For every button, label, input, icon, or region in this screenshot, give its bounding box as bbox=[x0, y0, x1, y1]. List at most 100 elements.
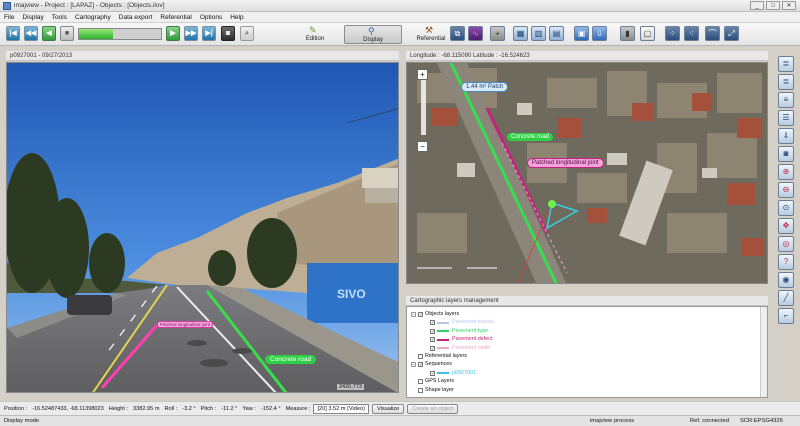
yaw-value: -152.4 ° bbox=[260, 405, 281, 412]
add-icon[interactable]: + bbox=[490, 26, 505, 41]
map-zoom-in-button[interactable]: + bbox=[417, 69, 428, 80]
visualize-button[interactable]: Visualize bbox=[371, 403, 405, 414]
window-icon[interactable]: ▢ bbox=[640, 26, 655, 41]
create-object-button[interactable]: Create an object bbox=[407, 403, 459, 414]
street-photo-view[interactable]: SIVO Patched longitudinal joint Concrete… bbox=[6, 62, 399, 393]
map-patch-area-label[interactable]: 1.44 m² Patch bbox=[461, 82, 509, 92]
layer-edit-icon[interactable]: ≡ bbox=[778, 92, 794, 108]
title-bar: imajview - Project : [LAPAZ] - Objects :… bbox=[0, 0, 800, 12]
measure-angle-icon[interactable]: ⌐ bbox=[778, 308, 794, 324]
layer-checkbox[interactable]: ✓ bbox=[430, 337, 435, 343]
zoom-out-icon[interactable]: ⊖ bbox=[778, 182, 794, 198]
table-view-icon[interactable]: ▤ bbox=[549, 26, 564, 41]
fullscreen-icon[interactable]: ⤢ bbox=[724, 26, 739, 41]
layer-color-swatch bbox=[437, 372, 449, 375]
panel-icon[interactable]: ▮ bbox=[620, 26, 635, 41]
edition-mode-button[interactable]: ✎ Edition bbox=[286, 25, 344, 44]
progress-fill bbox=[79, 29, 114, 39]
search-icon[interactable]: ⌕ bbox=[240, 26, 254, 41]
photo-concrete-road-label[interactable]: Concrete road bbox=[265, 355, 317, 364]
layer-checkbox[interactable] bbox=[418, 354, 423, 359]
minimize-button[interactable]: _ bbox=[750, 1, 764, 10]
identify-icon[interactable]: ◉ bbox=[778, 272, 794, 288]
layer-down-icon[interactable]: ⇓ bbox=[778, 128, 794, 144]
photo-patched-joint-label[interactable]: Patched longitudinal joint bbox=[157, 321, 214, 328]
layer-checkbox[interactable] bbox=[418, 379, 423, 385]
layer-row[interactable]: ✓ Pavement extract bbox=[423, 319, 494, 326]
playback-progress-bar[interactable] bbox=[78, 28, 162, 40]
menu-options[interactable]: Options bbox=[200, 14, 222, 21]
close-button[interactable]: ✕ bbox=[782, 1, 796, 10]
footer-mode: Display mode bbox=[4, 418, 40, 424]
layer-row[interactable]: ✓ p0927001 bbox=[423, 370, 476, 377]
menu-help[interactable]: Help bbox=[230, 14, 243, 21]
layer-row[interactable]: Shape layer bbox=[411, 387, 454, 394]
layer-checkbox[interactable]: ✓ bbox=[430, 328, 435, 334]
layer-row[interactable]: − ✓ Objects layers bbox=[411, 311, 459, 318]
layers-scrollbar[interactable] bbox=[760, 307, 767, 397]
window-title: imajview - Project : [LAPAZ] - Objects :… bbox=[14, 2, 165, 9]
fast-forward-button[interactable]: ▶▶ bbox=[184, 26, 198, 41]
expander-icon[interactable]: − bbox=[411, 362, 416, 368]
fast-rewind-button[interactable]: ◀◀ bbox=[24, 26, 38, 41]
last-frame-button[interactable]: ▶| bbox=[202, 26, 216, 41]
layer-checkbox[interactable]: ✓ bbox=[430, 320, 435, 326]
play-forward-button[interactable]: ▶ bbox=[166, 26, 180, 41]
play-backward-button[interactable]: ◀ bbox=[42, 26, 56, 41]
menu-tools[interactable]: Tools bbox=[52, 14, 67, 21]
layer-checkbox[interactable]: ✓ bbox=[418, 312, 423, 317]
main-toolbar: |◀ ◀◀ ◀ ■ ▶ ▶▶ ▶| ◙ ⌕ ✎ Edition ⚲ Displa… bbox=[0, 23, 800, 46]
segments-icon[interactable]: ⁖ bbox=[684, 26, 699, 41]
layer-row[interactable]: − ✓ Sequences bbox=[411, 361, 452, 368]
measure-select[interactable]: [20] 3.52 m (Video) bbox=[313, 403, 369, 414]
menu-file[interactable]: File bbox=[4, 14, 14, 21]
layer-remove-icon[interactable]: ≣ bbox=[778, 74, 794, 90]
layer-checkbox[interactable]: ✓ bbox=[430, 345, 435, 351]
menu-referential[interactable]: Referential bbox=[160, 14, 191, 21]
curve-icon[interactable]: ⌒ bbox=[705, 26, 720, 41]
footer-process: imajview process bbox=[590, 418, 635, 424]
profile-icon[interactable]: ∿ bbox=[468, 26, 483, 41]
measure-line-icon[interactable]: ╱ bbox=[778, 290, 794, 306]
layer-stack-icon[interactable]: ☰ bbox=[778, 110, 794, 126]
map-zoom-out-button[interactable]: − bbox=[417, 141, 428, 152]
layer-label: Sequences bbox=[425, 361, 452, 368]
grid-view-icon[interactable]: ▦ bbox=[513, 26, 528, 41]
layer-row[interactable]: GPS Layers bbox=[411, 378, 454, 385]
layer-checkbox[interactable] bbox=[418, 387, 423, 393]
points-icon[interactable]: ⁘ bbox=[665, 26, 680, 41]
camera-view-icon[interactable]: ◙ bbox=[778, 146, 794, 162]
layer-checkbox[interactable]: ✓ bbox=[418, 362, 423, 368]
first-frame-button[interactable]: |◀ bbox=[6, 26, 20, 41]
layers-panel-header: Cartographic layers management bbox=[406, 296, 768, 306]
locate-icon[interactable]: ◎ bbox=[778, 236, 794, 252]
pitch-label: Pitch : bbox=[200, 405, 217, 412]
layer-checkbox[interactable]: ✓ bbox=[430, 370, 435, 376]
layer-row[interactable]: Referential layers bbox=[411, 353, 467, 360]
menu-display[interactable]: Display bbox=[22, 14, 43, 21]
menu-cartography[interactable]: Cartography bbox=[75, 14, 111, 21]
pan-icon[interactable]: ✥ bbox=[778, 218, 794, 234]
layer-row[interactable]: ✓ Pavement defect bbox=[423, 336, 492, 343]
zoom-in-icon[interactable]: ⊕ bbox=[778, 164, 794, 180]
layer-add-icon[interactable]: ≣ bbox=[778, 56, 794, 72]
help-icon[interactable]: ? bbox=[778, 254, 794, 270]
zoom-extent-icon[interactable]: ⊙ bbox=[778, 200, 794, 216]
hammer-icon: ⚒ bbox=[425, 25, 434, 35]
map-concrete-road-label[interactable]: Concrete road bbox=[507, 133, 554, 141]
layer-row[interactable]: ✓ Pavement width bbox=[423, 345, 490, 352]
display-mode-button[interactable]: ⚲ Display bbox=[344, 25, 402, 44]
export-icon[interactable]: ⇩ bbox=[592, 26, 607, 41]
menu-data-export[interactable]: Data export bbox=[119, 14, 153, 21]
split-view-icon[interactable]: ▥ bbox=[531, 26, 546, 41]
expander-icon[interactable]: − bbox=[411, 312, 416, 317]
stop-button[interactable]: ■ bbox=[60, 26, 74, 41]
map-patched-joint-label[interactable]: Patched longitudinal joint bbox=[527, 158, 604, 168]
layer-row[interactable]: ✓ Pavement type bbox=[423, 328, 488, 335]
maximize-button[interactable]: □ bbox=[766, 1, 780, 10]
save-icon[interactable]: ▣ bbox=[574, 26, 589, 41]
photo-pane-header: p0927001 - 09/27/2013 bbox=[6, 51, 399, 61]
camera-icon[interactable]: ◙ bbox=[221, 26, 235, 41]
layers-icon[interactable]: ⧉ bbox=[450, 26, 465, 41]
aerial-map-view[interactable]: + − 1.44 m² Patch Concrete road Patched … bbox=[406, 62, 768, 284]
